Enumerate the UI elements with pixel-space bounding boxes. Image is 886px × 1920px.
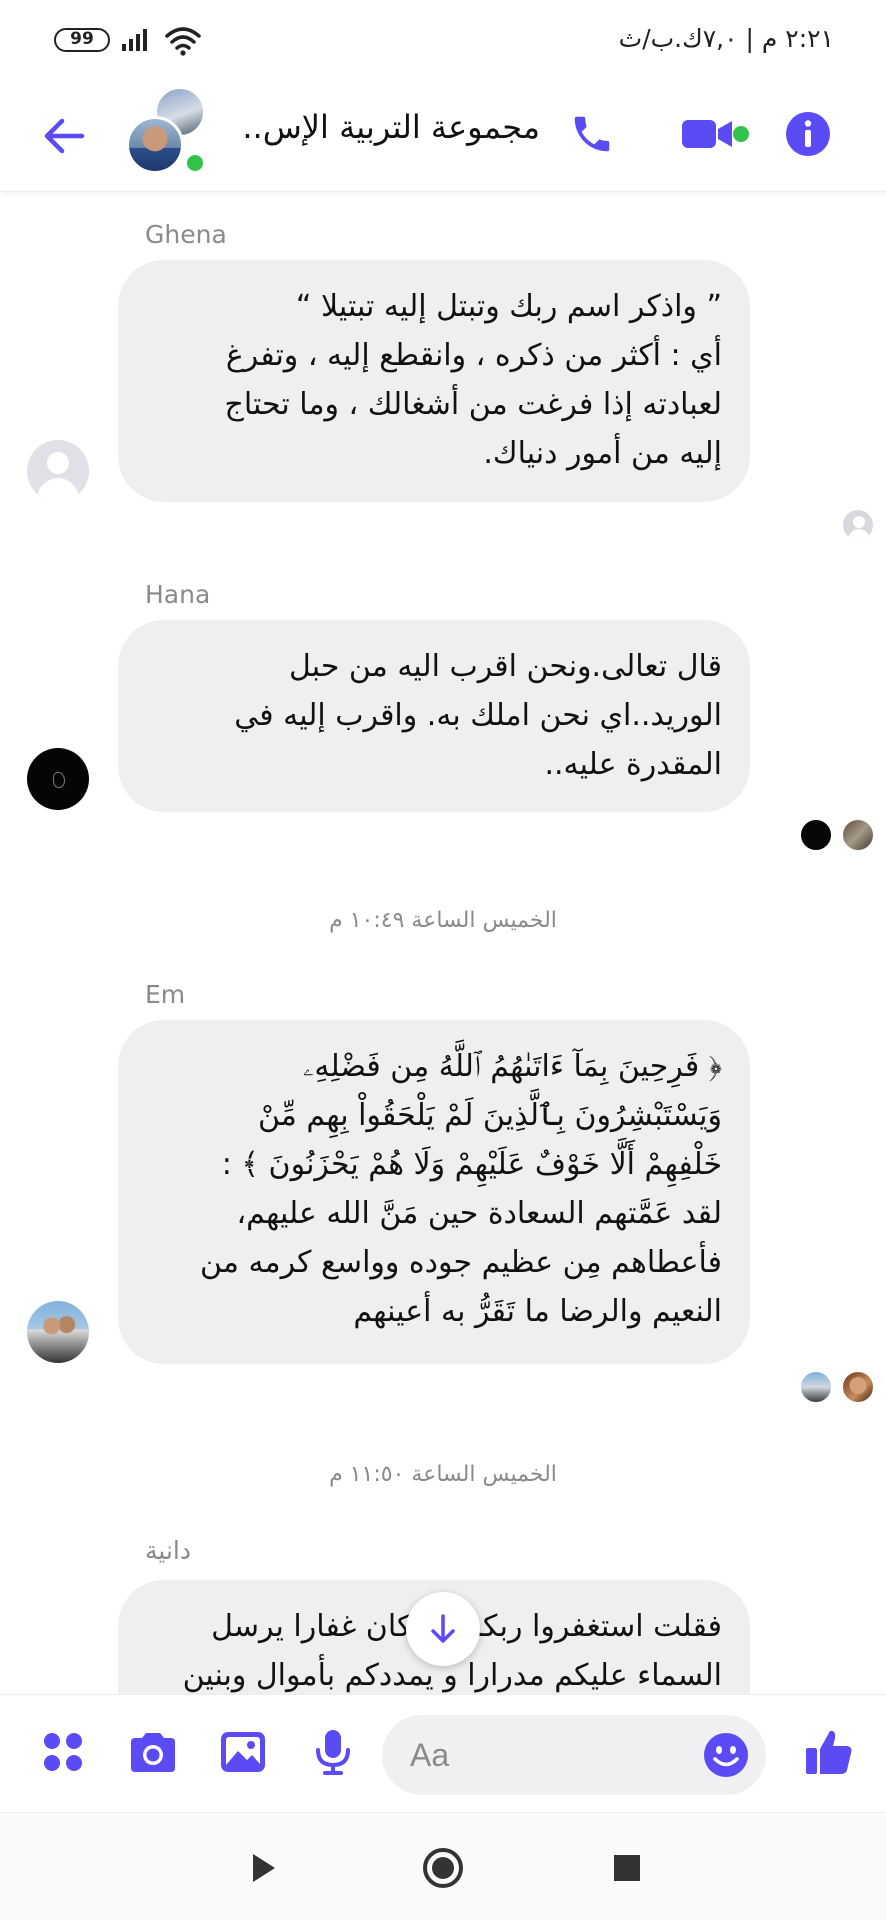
timestamp-divider: الخميس الساعة ١٠:٤٩ م (329, 908, 557, 933)
thumbs-up-icon (806, 1730, 852, 1774)
emoji-icon (704, 1733, 748, 1777)
like-button[interactable] (796, 1719, 862, 1785)
message-line: ” واذكر اسم ربك وتبتل إليه تبتيلا “ (295, 289, 722, 324)
wifi-icon (165, 27, 201, 56)
status-time: ٢:٢١ م | ٧,٠ك.ب/ث (618, 24, 834, 53)
read-receipt-avatar (799, 818, 833, 852)
sender-name: Em (145, 980, 186, 1009)
message-line: لقد عَمَّتهم السعادة حين مَنَّ الله عليه… (236, 1196, 723, 1231)
group-title[interactable]: مجموعة التربية الإس.. (240, 108, 540, 146)
member-photo-front (126, 116, 184, 174)
message-line: خَلْفِهِمْ أَلَّا خَوْفٌ عَلَيْهِمْ وَلَ… (221, 1147, 722, 1182)
read-receipt-avatar (841, 1370, 875, 1404)
info-icon (786, 112, 830, 156)
signal-icon (122, 29, 147, 51)
nav-recents-button[interactable] (600, 1841, 654, 1895)
message-line: أي : أكثر من ذكره ، وانقطع إليه ، وتفرغ (225, 338, 722, 373)
sender-avatar[interactable] (27, 748, 89, 810)
message-composer (0, 1694, 886, 1812)
camera-button[interactable] (122, 1721, 184, 1783)
messenger-chat-screen: 99 ٢:٢١ م | ٧,٠ك.ب/ث مجموعة التربية الإس… (0, 0, 886, 1920)
nav-back-button[interactable] (236, 1841, 290, 1895)
timestamp-divider: الخميس الساعة ١١:٥٠ م (329, 1462, 557, 1487)
message-bubble[interactable]: ” واذكر اسم ربك وتبتل إليه تبتيلا “ أي :… (118, 260, 750, 502)
message-line: فأعطاهم مِن عظيم جوده وواسع كرمه من (200, 1245, 722, 1280)
nav-home-button[interactable] (416, 1841, 470, 1895)
microphone-icon (316, 1730, 350, 1775)
message-line: المقدرة عليه.. (544, 747, 722, 782)
message-bubble[interactable]: قال تعالى.ونحن اقرب اليه من حبل الوريد..… (118, 620, 750, 812)
arrow-down-icon (431, 1614, 455, 1643)
gallery-icon (221, 1732, 265, 1772)
apps-button[interactable] (32, 1721, 94, 1783)
read-receipt-avatar (841, 508, 875, 542)
recents-square-icon (614, 1855, 640, 1881)
message-line: ﴿ فَرِحِينَ بِمَآ ءَاتَىٰهُمُ ٱللَّهُ مِ… (302, 1049, 722, 1084)
group-avatar[interactable] (126, 86, 216, 176)
arrow-left-icon (44, 118, 85, 154)
back-triangle-icon (253, 1854, 275, 1882)
voice-call-button[interactable] (560, 102, 624, 166)
message-list[interactable]: Ghena ” واذكر اسم ربك وتبتل إليه تبتيلا … (0, 192, 886, 1694)
read-receipt-avatar (841, 818, 875, 852)
message-line: قال تعالى.ونحن اقرب اليه من حبل (289, 649, 722, 684)
sender-name: Ghena (145, 220, 227, 249)
message-line: الوريد..اي نحن املك به. واقرب إليه في (234, 698, 722, 733)
camera-icon (131, 1733, 175, 1772)
phone-icon (574, 116, 610, 152)
message-input[interactable] (410, 1729, 670, 1781)
message-bubble[interactable]: ﴿ فَرِحِينَ بِمَآ ءَاتَىٰهُمُ ٱللَّهُ مِ… (118, 1020, 750, 1364)
back-button[interactable] (34, 106, 94, 166)
battery-indicator: 99 (54, 28, 110, 52)
sender-avatar[interactable] (27, 440, 89, 502)
message-line: إليه من أمور دنياك. (483, 436, 722, 471)
message-line: وَيَسْتَبْشِرُونَ بِٱلَّذِينَ لَمْ يَلْح… (257, 1098, 722, 1133)
home-circle-icon (423, 1848, 463, 1888)
emoji-button[interactable] (696, 1725, 756, 1785)
online-indicator (184, 152, 206, 174)
system-navigation-bar (0, 1812, 886, 1920)
message-line: لعبادته إذا فرغت من أشغالك ، وما تحتاج (224, 387, 723, 422)
apps-icon (44, 1733, 82, 1771)
read-receipt-avatar (799, 1370, 833, 1404)
sender-name: Hana (145, 580, 211, 609)
info-button[interactable] (776, 102, 840, 166)
sender-avatar[interactable] (27, 1301, 89, 1363)
gallery-button[interactable] (212, 1721, 274, 1783)
video-active-dot (733, 126, 749, 142)
microphone-button[interactable] (302, 1721, 364, 1783)
status-bar: 99 ٢:٢١ م | ٧,٠ك.ب/ث (0, 0, 886, 80)
chat-header: مجموعة التربية الإس.. (0, 80, 886, 192)
message-input-container[interactable] (382, 1715, 766, 1795)
message-line: النعيم والرضا ما تَقَرُّ به أعينهم (353, 1294, 722, 1329)
sender-name: دانية (145, 1536, 191, 1565)
video-camera-icon (682, 120, 732, 148)
scroll-to-bottom-button[interactable] (406, 1592, 480, 1666)
